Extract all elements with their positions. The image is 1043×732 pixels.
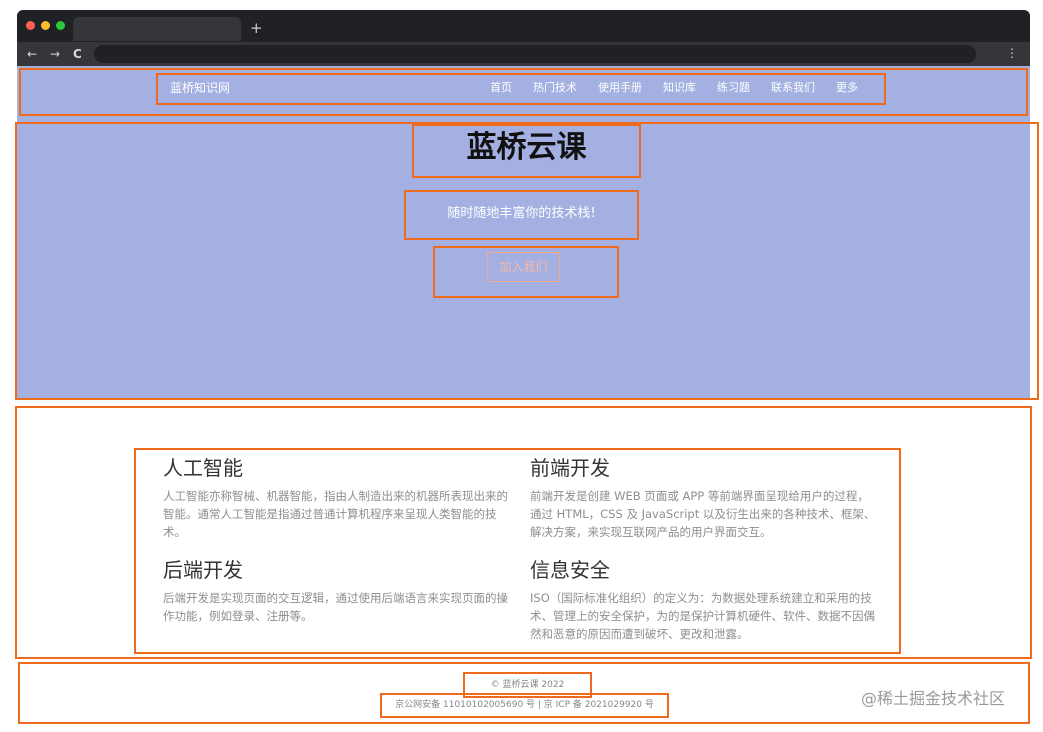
address-bar[interactable] <box>94 45 976 63</box>
forward-icon[interactable]: → <box>50 46 60 62</box>
minimize-window-icon[interactable] <box>41 21 50 30</box>
close-window-icon[interactable] <box>26 21 35 30</box>
browser-menu-icon[interactable]: ⋮ <box>1006 45 1018 61</box>
card-security: 信息安全 ISO（国际标准化组织）的定义为：为数据处理系统建立和采用的技术、管理… <box>530 557 880 643</box>
window-controls <box>26 21 65 30</box>
nav-link-knowledge[interactable]: 知识库 <box>663 79 696 96</box>
card-frontend: 前端开发 前端开发是创建 WEB 页面或 APP 等前端界面呈现给用户的过程，通… <box>530 455 880 541</box>
nav-link-manual[interactable]: 使用手册 <box>598 79 642 96</box>
page: 蓝桥知识网 首页 热门技术 使用手册 知识库 练习题 联系我们 更多 蓝桥云课 … <box>15 66 1039 726</box>
maximize-window-icon[interactable] <box>56 21 65 30</box>
hero-title: 蓝桥云课 <box>466 130 587 165</box>
nav-link-contact[interactable]: 联系我们 <box>771 79 815 96</box>
card-title: 前端开发 <box>530 456 610 480</box>
card-text: ISO（国际标准化组织）的定义为：为数据处理系统建立和采用的技术、管理上的安全保… <box>530 591 875 641</box>
browser-tab[interactable] <box>73 17 241 41</box>
card-title: 后端开发 <box>163 558 243 582</box>
nav-link-home[interactable]: 首页 <box>490 79 512 96</box>
card-title: 人工智能 <box>163 456 243 480</box>
icp-record-text[interactable]: 京公网安备 11010102005690 号 | 京 ICP 备 2021029… <box>380 699 669 711</box>
nav-link-exercises[interactable]: 练习题 <box>717 79 750 96</box>
card-text: 人工智能亦称智械、机器智能，指由人制造出来的机器所表现出来的智能。通常人工智能是… <box>163 489 508 539</box>
card-backend: 后端开发 后端开发是实现页面的交互逻辑，通过使用后端语言来实现页面的操作功能，例… <box>163 557 513 625</box>
site-brand[interactable]: 蓝桥知识网 <box>170 80 230 97</box>
watermark: @稀土掘金技术社区 <box>861 689 1006 708</box>
card-ai: 人工智能 人工智能亦称智械、机器智能，指由人制造出来的机器所表现出来的智能。通常… <box>163 455 513 541</box>
copyright-text: © 蓝桥云课 2022 <box>490 680 565 690</box>
card-title: 信息安全 <box>530 558 610 582</box>
browser-window-chrome: + ← → C ⋮ <box>17 10 1030 66</box>
new-tab-button[interactable]: + <box>250 18 263 38</box>
browser-toolbar: ← → C ⋮ <box>17 42 1030 66</box>
join-us-button[interactable]: 加入我们 <box>487 252 560 282</box>
card-text: 前端开发是创建 WEB 页面或 APP 等前端界面呈现给用户的过程，通过 HTM… <box>530 489 876 539</box>
nav-link-more[interactable]: 更多 <box>836 79 858 96</box>
hero-subtitle: 随时随地丰富你的技术栈! <box>447 206 596 221</box>
card-text: 后端开发是实现页面的交互逻辑，通过使用后端语言来实现页面的操作功能，例如登录、注… <box>163 591 508 623</box>
nav-links: 首页 热门技术 使用手册 知识库 练习题 联系我们 更多 <box>490 79 879 96</box>
nav-link-hot-tech[interactable]: 热门技术 <box>533 79 577 96</box>
back-icon[interactable]: ← <box>27 46 37 62</box>
reload-icon[interactable]: C <box>73 46 82 62</box>
